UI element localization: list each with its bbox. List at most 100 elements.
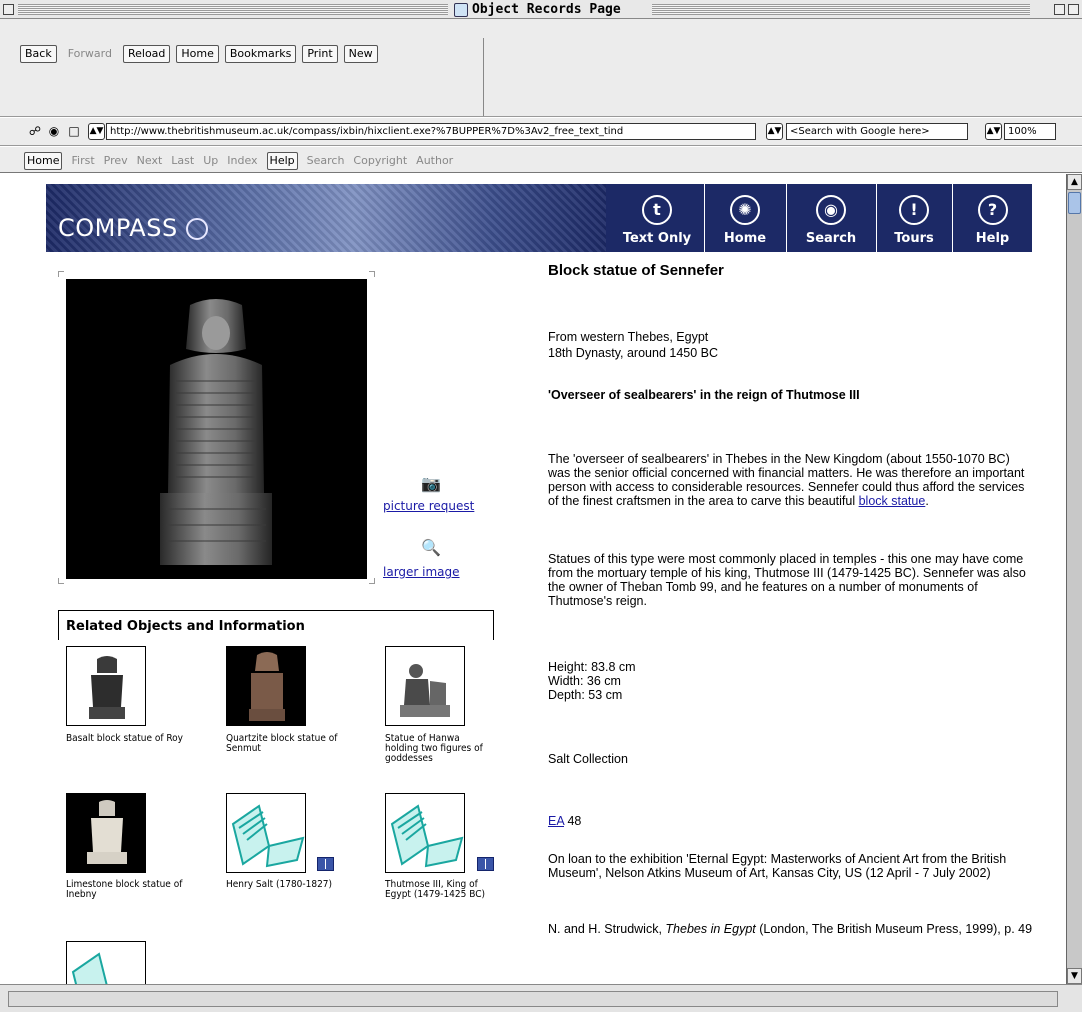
picture-request-link[interactable]: picture request	[383, 499, 474, 513]
sun-circle-icon: ✺	[730, 195, 760, 225]
related-thumb-senmut[interactable]	[226, 646, 306, 726]
compass-logo[interactable]: COMPASS	[58, 214, 178, 242]
back-button[interactable]: Back	[20, 45, 57, 63]
banner-nav-search[interactable]: ◉ Search	[787, 184, 875, 252]
magnifier-icon[interactable]: 🔍	[420, 538, 442, 558]
close-box[interactable]	[3, 4, 14, 15]
search-engine-stepper[interactable]: ▲▼	[766, 123, 783, 140]
zoom-box[interactable]	[1054, 4, 1065, 15]
forward-button[interactable]: Forward	[63, 45, 117, 63]
dimension-width: Width: 36 cm	[548, 674, 621, 688]
block-statue-image[interactable]	[66, 279, 367, 579]
home-button[interactable]: Home	[176, 45, 219, 63]
document-icon	[454, 2, 468, 17]
provenance-line1: From western Thebes, Egypt	[548, 330, 709, 344]
compass-logo-mark-icon	[186, 218, 208, 240]
window-title-text: Object Records Page	[472, 2, 621, 17]
registration-number: EA 48	[548, 814, 1033, 828]
image-frame-corner	[369, 578, 375, 584]
banner-nav-tours[interactable]: ! Tours	[877, 184, 951, 252]
t-circle-icon: t	[642, 195, 672, 225]
description-paragraph-1: The 'overseer of sealbearers' in Thebes …	[548, 452, 1033, 508]
image-frame-corner	[58, 271, 64, 277]
nav-up[interactable]: Up	[203, 153, 218, 169]
nav-home[interactable]: Home	[24, 152, 63, 170]
para1-text: The 'overseer of sealbearers' in Thebes …	[548, 452, 1025, 508]
record-subtitle: 'Overseer of sealbearers' in the reign o…	[548, 388, 860, 402]
camera-icon[interactable]: 📷	[420, 474, 442, 494]
info-book-icon[interactable]	[317, 857, 334, 871]
open-book-icon	[71, 952, 108, 984]
nav-next[interactable]: Next	[137, 153, 163, 169]
ref-prefix: N. and H. Strudwick,	[548, 922, 666, 936]
url-field[interactable]: http://www.thebritishmuseum.ac.uk/compas…	[106, 123, 756, 140]
banner-nav-home[interactable]: ✺ Home	[705, 184, 785, 252]
status-bar	[0, 984, 1082, 1012]
related-thumb-inebny[interactable]	[66, 793, 146, 873]
inebny-statue-thumbnail	[87, 800, 127, 864]
nav-search[interactable]: Search	[307, 153, 345, 169]
related-thumb-partial[interactable]	[66, 941, 146, 984]
related-caption[interactable]: Thutmose III, King of Egypt (1479-1425 B…	[385, 880, 503, 900]
vertical-scrollbar[interactable]: ▲ ▼	[1066, 174, 1082, 984]
block-statue-link[interactable]: block statue	[859, 494, 926, 508]
related-caption[interactable]: Quartzite block statue of Senmut	[226, 734, 346, 754]
image-frame-corner	[369, 271, 375, 277]
statue-illustration	[160, 299, 272, 565]
record-title: Block statue of Sennefer	[548, 262, 724, 279]
collapse-box[interactable]	[1068, 4, 1079, 15]
nav-index[interactable]: Index	[227, 153, 257, 169]
browser-toolbar: Back Forward Reload Home Bookmarks Print…	[0, 19, 1082, 117]
larger-image-link[interactable]: larger image	[383, 565, 460, 579]
status-well	[8, 991, 1058, 1007]
nav-last[interactable]: Last	[171, 153, 194, 169]
camera-icon[interactable]: ◉	[47, 124, 61, 138]
scroll-thumb[interactable]	[1068, 192, 1081, 214]
info-book-icon[interactable]	[477, 857, 494, 871]
window-titlebar[interactable]: Object Records Page	[0, 0, 1082, 19]
nav-prev[interactable]: Prev	[104, 153, 128, 169]
new-button[interactable]: New	[343, 45, 378, 63]
window-title: Object Records Page	[448, 1, 627, 18]
scroll-up-arrow-icon[interactable]: ▲	[1067, 174, 1082, 190]
related-thumb-thutmose[interactable]	[385, 793, 465, 873]
zoom-field[interactable]: 100%	[1004, 123, 1056, 140]
related-caption[interactable]: Basalt block statue of Roy	[66, 734, 186, 744]
nav-first[interactable]: First	[71, 153, 94, 169]
bibliography-link[interactable]: N. and H. Strudwick, Thebes in Egypt (Lo…	[548, 922, 1033, 936]
page-content: COMPASS t Text Only ✺ Home ◉ Search ! To…	[0, 174, 1066, 984]
footsteps-circle-icon: !	[899, 195, 929, 225]
ea-link[interactable]: EA	[548, 814, 564, 828]
loan-note: On loan to the exhibition 'Eternal Egypt…	[548, 852, 1007, 880]
site-navbar: Home First Prev Next Last Up Index Help …	[0, 147, 1082, 173]
bookmarks-button[interactable]: Bookmarks	[224, 45, 297, 63]
nav-author[interactable]: Author	[416, 153, 453, 169]
banner-nav-help[interactable]: ? Help	[953, 184, 1032, 252]
nav-copyright[interactable]: Copyright	[353, 153, 407, 169]
related-caption[interactable]: Limestone block statue of Inebny	[66, 880, 186, 900]
titlebar-stripes-right	[652, 4, 1030, 15]
related-thumb-hanwa[interactable]	[385, 646, 465, 726]
history-stepper[interactable]: ▲▼	[88, 123, 105, 140]
print-button[interactable]: Print	[302, 45, 338, 63]
lock-icon[interactable]: ☍	[28, 124, 42, 138]
description-paragraph-2: Statues of this type were most commonly …	[548, 552, 1026, 608]
page-icon[interactable]: □	[67, 124, 81, 138]
reload-button[interactable]: Reload	[122, 45, 171, 63]
open-book-icon	[390, 804, 464, 868]
related-thumb-henry-salt[interactable]	[226, 793, 306, 873]
google-search-input[interactable]: <Search with Google here>	[786, 123, 968, 140]
related-caption[interactable]: Statue of Hanwa holding two figures of g…	[385, 734, 485, 764]
collection-name: Salt Collection	[548, 752, 628, 766]
banner-nav-text-only[interactable]: t Text Only	[611, 184, 703, 252]
question-circle-icon: ?	[977, 195, 1008, 225]
zoom-stepper[interactable]: ▲▼	[985, 123, 1002, 140]
related-caption[interactable]: Henry Salt (1780-1827)	[226, 880, 346, 890]
roy-statue-thumbnail	[89, 656, 125, 719]
related-thumb-roy[interactable]	[66, 646, 146, 726]
dimension-depth: Depth: 53 cm	[548, 688, 623, 702]
banner-nav-label: Help	[975, 231, 1010, 246]
nav-help[interactable]: Help	[266, 152, 298, 170]
ref-suffix: (London, The British Museum Press, 1999)…	[755, 922, 1033, 936]
scroll-down-arrow-icon[interactable]: ▼	[1067, 968, 1082, 984]
